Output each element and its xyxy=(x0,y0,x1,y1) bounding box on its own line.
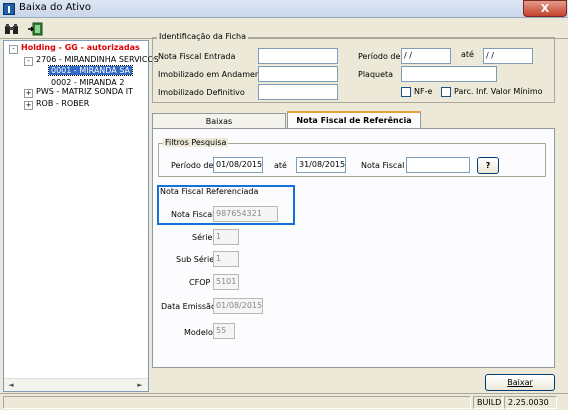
modelo-field[interactable]: 55 xyxy=(213,323,235,339)
scroll-right-icon[interactable]: ► xyxy=(134,380,146,391)
tree-root-holding[interactable]: Holding - GG - autorizadas xyxy=(21,43,140,52)
cfop-field[interactable]: 5101 xyxy=(213,274,239,290)
periodo-de-input[interactable]: / / xyxy=(401,48,451,64)
tree-expander-pws[interactable]: + xyxy=(24,89,33,98)
scroll-left-icon[interactable]: ◄ xyxy=(5,380,17,391)
periodo-ate-input[interactable]: / / xyxy=(483,48,533,64)
data-emissao-label: Data Emissão xyxy=(161,302,216,311)
tree-expander-2706[interactable]: - xyxy=(24,57,33,66)
filtro-periodo-label: Período de xyxy=(171,161,214,170)
nf-ref-nota-fiscal-field[interactable]: 987654321 xyxy=(213,206,278,222)
subserie-field[interactable]: 1 xyxy=(213,251,239,267)
nf-entrada-input[interactable] xyxy=(258,48,338,64)
filtro-periodo-de-input[interactable]: 01/08/2015 xyxy=(213,157,263,173)
tree-expander-root[interactable]: - xyxy=(9,45,18,54)
parc-valor-minimo-label: Parc. Inf. Valor Mínimo xyxy=(454,87,543,96)
periodo-de-label: Período de xyxy=(358,52,401,61)
tab-nota-fiscal-referencia[interactable]: Nota Fiscal de Referência xyxy=(287,111,421,129)
tab-baixas[interactable]: Baixas xyxy=(152,113,286,129)
identificacao-title: Identificação da Ficha xyxy=(157,32,249,41)
imob-andamento-label: Imobilizado em Andamento xyxy=(158,70,269,79)
filtro-ate-label: até xyxy=(274,161,287,170)
subserie-label: Sub Série xyxy=(176,255,215,264)
search-button[interactable]: ? xyxy=(477,157,499,174)
tree-item-rob[interactable]: ROB - ROBER xyxy=(36,99,89,108)
binoculars-icon[interactable] xyxy=(3,21,21,37)
status-message xyxy=(3,396,471,409)
nfe-label: NF-e xyxy=(414,87,433,96)
nf-entrada-label: Nota Fiscal Entrada xyxy=(158,52,236,61)
window-title: Baixa do Ativo xyxy=(19,2,92,13)
imob-andamento-input[interactable] xyxy=(258,66,338,82)
filtro-nota-fiscal-input[interactable] xyxy=(406,157,470,173)
exit-door-icon[interactable] xyxy=(27,21,45,37)
parc-valor-minimo-checkbox[interactable] xyxy=(441,87,451,97)
version-label: 2.25.0030 xyxy=(504,396,557,409)
app-icon xyxy=(3,3,15,15)
plaqueta-input[interactable] xyxy=(401,66,497,82)
filtro-nota-fiscal-label: Nota Fiscal xyxy=(361,161,405,170)
imob-definitivo-label: Imobilizado Definitivo xyxy=(158,88,245,97)
tree-item-0002[interactable]: 0002 - MIRANDA 2 xyxy=(51,78,124,87)
nfe-checkbox[interactable] xyxy=(401,87,411,97)
filtro-periodo-ate-input[interactable]: 31/08/2015 xyxy=(296,157,346,173)
tree-expander-rob[interactable]: + xyxy=(24,101,33,110)
toolbar xyxy=(0,19,568,39)
plaqueta-label: Plaqueta xyxy=(358,70,394,79)
build-label: BUILD xyxy=(473,396,503,409)
serie-field[interactable]: 1 xyxy=(213,229,239,245)
cfop-label: CFOP xyxy=(189,278,211,287)
title-bar: Baixa do Ativo X xyxy=(0,0,568,18)
close-button[interactable]: X xyxy=(523,0,567,17)
company-tree[interactable]: - Holding - GG - autorizadas - 2706 - MI… xyxy=(3,40,159,392)
modelo-label: Modelo xyxy=(184,328,213,337)
baixar-button[interactable]: Baixar xyxy=(485,374,555,391)
periodo-ate-label: até xyxy=(461,50,474,59)
filtros-title: Filtros Pesquisa xyxy=(163,138,229,147)
status-bar: BUILD 2.25.0030 xyxy=(0,393,568,410)
tree-item-0001[interactable]: 0001 - MIRANDA SA xyxy=(47,65,134,76)
nf-referenciada-title: Nota Fiscal Referenciada xyxy=(160,187,259,196)
imob-definitivo-input[interactable] xyxy=(258,84,338,100)
tree-item-pws[interactable]: PWS - MATRIZ SONDA IT xyxy=(36,87,133,96)
data-emissao-field[interactable]: 01/08/2015 xyxy=(213,298,263,314)
nf-ref-nota-fiscal-label: Nota Fiscal xyxy=(171,210,215,219)
tree-horizontal-scrollbar[interactable]: ◄ ► xyxy=(4,378,148,391)
tree-item-2706[interactable]: 2706 - MIRANDINHA SERVICOS xyxy=(36,55,159,64)
serie-label: Série xyxy=(192,233,213,242)
